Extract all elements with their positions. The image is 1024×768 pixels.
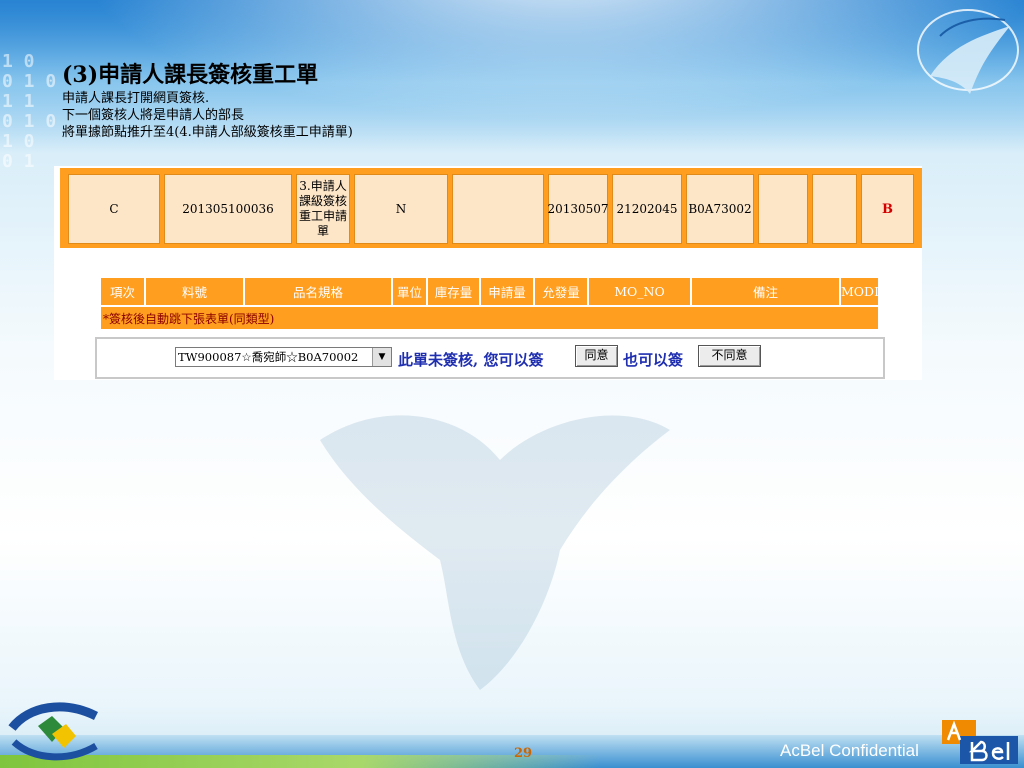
new-kinpo-value-logo — [8, 702, 99, 761]
also-sign-message: 也可以簽 — [623, 351, 684, 369]
record-cell-flag: N — [354, 174, 448, 244]
record-cell-number: 21202045 — [612, 174, 682, 244]
col-header-mo-no: MO_NO — [589, 278, 690, 305]
record-cell-form-no: 201305100036 — [164, 174, 292, 244]
signer-select[interactable]: TW900087☆喬宛師☆B0A70002 ▼ — [175, 347, 392, 367]
record-row: C 201305100036 3.申請人課級簽核重工申請單 N 20130507… — [60, 168, 922, 248]
chevron-down-icon[interactable]: ▼ — [372, 348, 391, 366]
record-cell-date: 20130507 — [547, 174, 609, 244]
disagree-button[interactable]: 不同意 — [698, 345, 761, 367]
slide-title: (3)申請人課長簽核重工單 — [62, 62, 319, 88]
record-cell-class: B — [861, 174, 914, 244]
agree-button[interactable]: 同意 — [575, 345, 618, 367]
slide-line-2: 下一個簽核人將是申請人的部長 — [62, 108, 245, 123]
col-header-unit: 單位 — [393, 278, 426, 305]
record-cell-type: C — [68, 174, 160, 244]
col-header-part-no: 料號 — [146, 278, 243, 305]
page-number: 29 — [514, 746, 533, 761]
col-header-request-qty: 申請量 — [481, 278, 533, 305]
record-cell-user-id: B0A73002 — [686, 174, 754, 244]
signer-select-value: TW900087☆喬宛師☆B0A70002 — [178, 350, 359, 364]
slide-line-3: 將單據節點推升至4(4.申請人部級簽核重工申請單) — [62, 125, 353, 140]
col-header-issue-qty: 允發量 — [535, 278, 587, 305]
col-header-item: 項次 — [101, 278, 144, 305]
record-cell-empty-1 — [452, 174, 544, 244]
col-header-spec: 品名規格 — [245, 278, 391, 305]
record-cell-empty-2 — [758, 174, 808, 244]
unsigned-message: 此單未簽核, 您可以簽 — [398, 351, 544, 369]
col-header-remark: 備注 — [692, 278, 839, 305]
col-header-stock: 庫存量 — [428, 278, 479, 305]
record-cell-empty-3 — [812, 174, 857, 244]
slide-line-1: 申請人課長打開網頁簽核. — [62, 91, 210, 106]
col-header-modi: MODI — [841, 278, 878, 305]
confidential-label: AcBel Confidential — [780, 741, 919, 760]
slide-title-block: (3)申請人課長簽核重工單 申請人課長打開網頁簽核. 下一個簽核人將是申請人的部… — [62, 60, 353, 141]
auto-next-note: *簽核後自動跳下張表單(同類型) — [101, 307, 878, 329]
spirit-of-the-eagle-logo — [917, 9, 1019, 94]
approval-box: TW900087☆喬宛師☆B0A70002 ▼ 此單未簽核, 您可以簽 同意 也… — [95, 337, 885, 379]
acbel-logo — [942, 720, 1018, 764]
detail-table-header: 項次 料號 品名規格 單位 庫存量 申請量 允發量 MO_NO 備注 MODI — [101, 278, 878, 306]
eagle-watermark-icon — [320, 415, 670, 690]
record-cell-node: 3.申請人課級簽核重工申請單 — [296, 174, 350, 244]
